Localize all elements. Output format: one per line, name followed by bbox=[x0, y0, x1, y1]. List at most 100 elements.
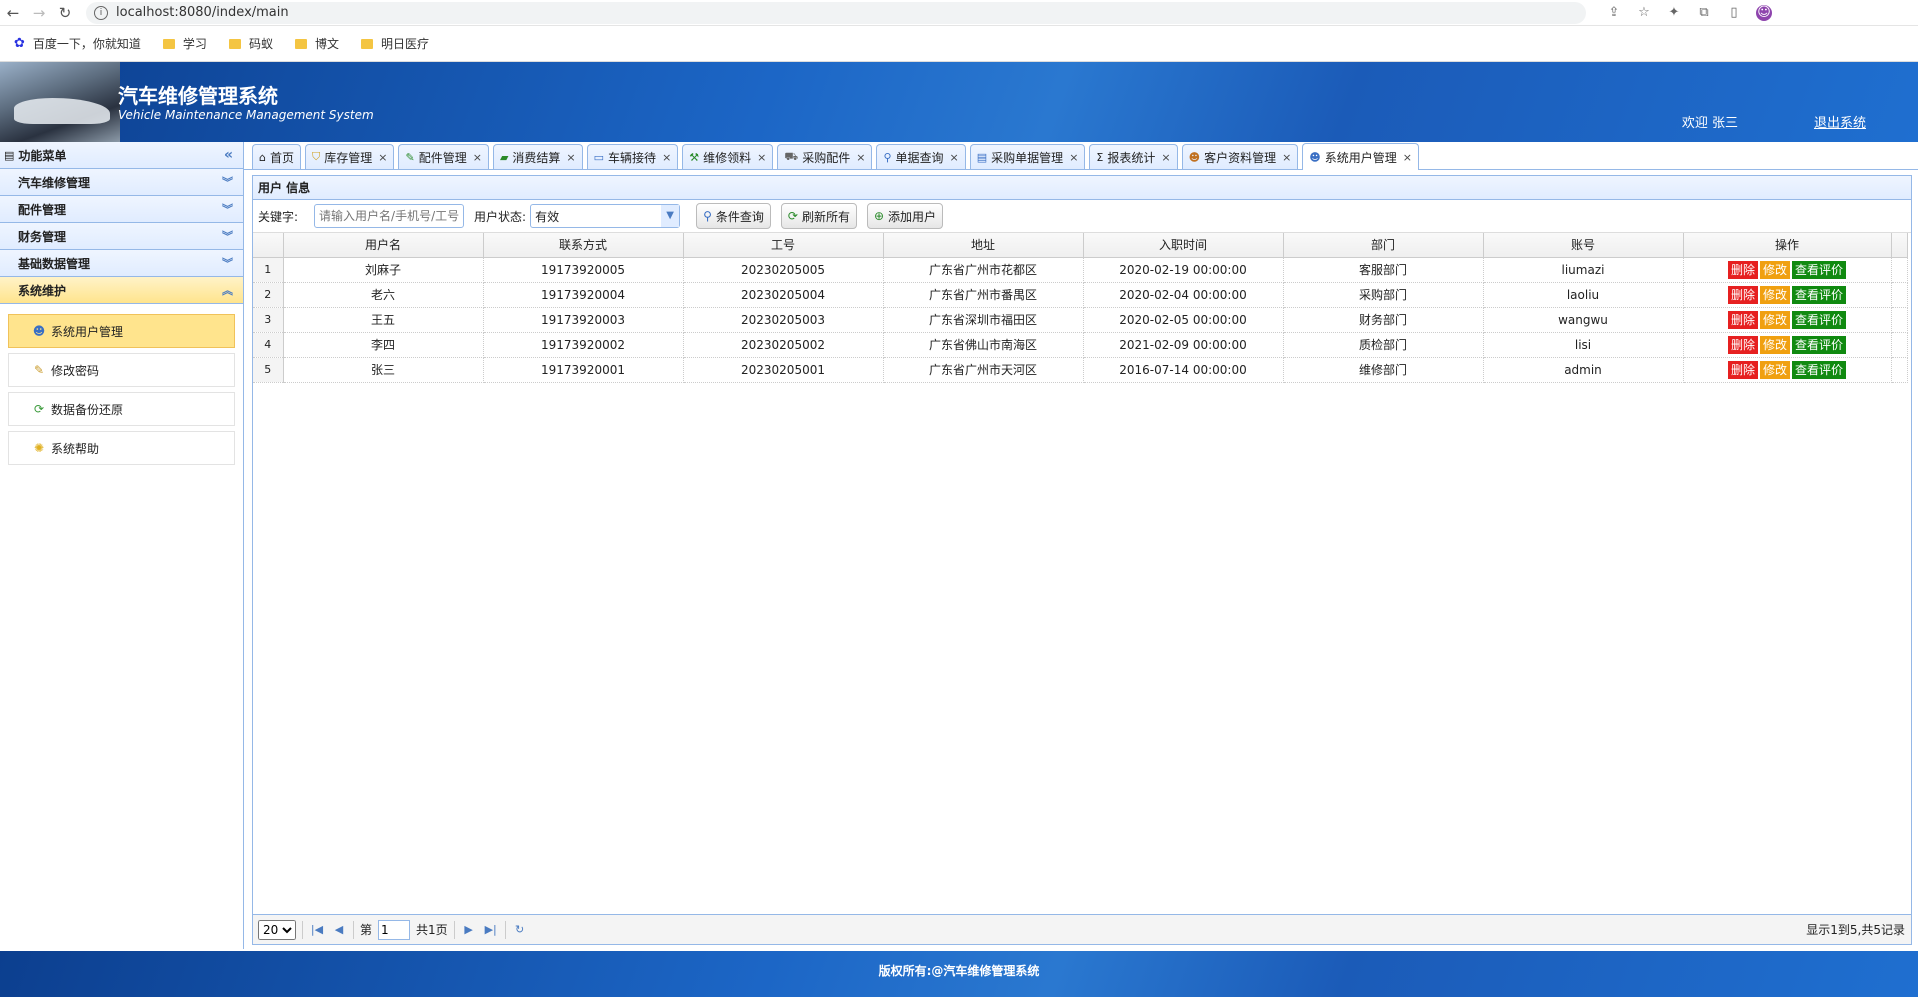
collapse-icon[interactable]: « bbox=[224, 147, 233, 163]
sidebar-item-help[interactable]: ✺ 系统帮助 bbox=[8, 431, 235, 465]
page-number-input[interactable] bbox=[378, 919, 411, 940]
tab-purchase-docs[interactable]: ▤ 采购单据管理 × bbox=[969, 144, 1086, 169]
close-icon[interactable]: × bbox=[1282, 151, 1291, 164]
tab-home[interactable]: ⌂ 首页 bbox=[252, 144, 301, 169]
column-header[interactable]: 账号 bbox=[1483, 233, 1684, 258]
close-icon[interactable]: × bbox=[1403, 151, 1412, 164]
sidepanel-icon[interactable]: ▯ bbox=[1726, 5, 1742, 21]
table-body: 1 刘麻子 19173920005 20230205005 广东省广州市花都区 … bbox=[253, 257, 1908, 383]
close-icon[interactable]: × bbox=[757, 151, 766, 164]
tab-parts[interactable]: ✎ 配件管理 × bbox=[398, 144, 489, 169]
cell-hire-date: 2020-02-05 00:00:00 bbox=[1083, 307, 1284, 333]
tab-query[interactable]: ⚲ 单据查询 × bbox=[876, 144, 966, 169]
back-icon[interactable]: ← bbox=[0, 4, 26, 22]
sidebar-item-change-password[interactable]: ✎ 修改密码 bbox=[8, 353, 235, 387]
first-page-icon[interactable]: |◀ bbox=[309, 923, 325, 936]
edit-button[interactable]: 修改 bbox=[1759, 260, 1790, 279]
address-bar[interactable]: i localhost:8080/index/main bbox=[86, 1, 1586, 24]
tab-purchase[interactable]: ⛟ 采购配件 × bbox=[777, 144, 873, 169]
add-user-button[interactable]: ⊕ 添加用户 bbox=[866, 203, 944, 229]
users-icon: ☻ bbox=[1188, 150, 1201, 164]
bookmark-folder[interactable]: 博文 bbox=[294, 35, 339, 52]
column-header[interactable]: 地址 bbox=[883, 233, 1084, 258]
column-header[interactable]: 工号 bbox=[683, 233, 884, 258]
bookmark-folder[interactable]: 码蚁 bbox=[228, 35, 273, 52]
cell-department: 维修部门 bbox=[1283, 357, 1484, 383]
tab-reception[interactable]: ▭ 车辆接待 × bbox=[586, 144, 679, 169]
table-row[interactable]: 1 刘麻子 19173920005 20230205005 广东省广州市花都区 … bbox=[253, 257, 1908, 283]
next-page-icon[interactable]: ▶ bbox=[461, 923, 477, 936]
tab-reports[interactable]: Σ 报表统计 × bbox=[1089, 144, 1178, 169]
reload-icon[interactable]: ↻ bbox=[512, 923, 528, 936]
row-number: 1 bbox=[253, 257, 284, 283]
bookmark-baidu[interactable]: ✿ 百度一下，你就知道 bbox=[14, 35, 141, 52]
close-icon[interactable]: × bbox=[856, 151, 865, 164]
delete-button[interactable]: 删除 bbox=[1727, 360, 1758, 379]
profile-icon[interactable]: ☺ bbox=[1756, 4, 1772, 21]
star-icon[interactable]: ☆ bbox=[1636, 5, 1652, 21]
prev-page-icon[interactable]: ◀ bbox=[331, 923, 347, 936]
sidebar-group-repair[interactable]: 汽车维修管理 ︾ bbox=[0, 169, 243, 196]
puzzle-icon[interactable]: ⧉ bbox=[1696, 5, 1712, 21]
view-review-button[interactable]: 查看评价 bbox=[1792, 360, 1847, 379]
folder-icon bbox=[294, 38, 307, 49]
tab-system-users[interactable]: ☻ 系统用户管理 × bbox=[1302, 143, 1419, 170]
tab-customers[interactable]: ☻ 客户资料管理 × bbox=[1181, 144, 1299, 169]
close-icon[interactable]: × bbox=[473, 151, 482, 164]
cell-actions: 删除 修改 查看评价 bbox=[1683, 307, 1892, 333]
close-icon[interactable]: × bbox=[566, 151, 575, 164]
table-row[interactable]: 2 老六 19173920004 20230205004 广东省广州市番禺区 2… bbox=[253, 282, 1908, 308]
bookmark-folder[interactable]: 明日医疗 bbox=[360, 35, 429, 52]
search-button[interactable]: ⚲ 条件查询 bbox=[696, 203, 771, 229]
sidebar-group-parts[interactable]: 配件管理 ︾ bbox=[0, 196, 243, 223]
sidebar-item-user-management[interactable]: ☻ 系统用户管理 bbox=[8, 314, 235, 348]
view-review-button[interactable]: 查看评价 bbox=[1792, 260, 1847, 279]
close-icon[interactable]: × bbox=[1161, 151, 1170, 164]
info-icon[interactable]: i bbox=[94, 5, 108, 20]
column-header[interactable]: 部门 bbox=[1283, 233, 1484, 258]
sidebar-group-finance[interactable]: 财务管理 ︾ bbox=[0, 223, 243, 250]
column-header[interactable]: 入职时间 bbox=[1083, 233, 1284, 258]
view-review-button[interactable]: 查看评价 bbox=[1792, 335, 1847, 354]
column-header[interactable]: 联系方式 bbox=[483, 233, 684, 258]
bookmark-folder[interactable]: 学习 bbox=[162, 35, 207, 52]
view-review-button[interactable]: 查看评价 bbox=[1792, 310, 1847, 329]
edit-button[interactable]: 修改 bbox=[1759, 335, 1790, 354]
delete-button[interactable]: 删除 bbox=[1727, 310, 1758, 329]
delete-button[interactable]: 删除 bbox=[1727, 285, 1758, 304]
tab-inventory[interactable]: ⛉ 库存管理 × bbox=[305, 144, 395, 169]
forward-icon[interactable]: → bbox=[26, 4, 52, 22]
delete-button[interactable]: 删除 bbox=[1727, 260, 1758, 279]
keyword-input[interactable] bbox=[314, 204, 465, 228]
delete-button[interactable]: 删除 bbox=[1727, 335, 1758, 354]
view-review-button[interactable]: 查看评价 bbox=[1792, 285, 1847, 304]
sidebar-item-backup[interactable]: ⟳ 数据备份还原 bbox=[8, 392, 235, 426]
close-icon[interactable]: × bbox=[1069, 151, 1078, 164]
sidebar-group-system[interactable]: 系统维护 ︽ bbox=[0, 277, 243, 304]
last-page-icon[interactable]: ▶| bbox=[483, 923, 499, 936]
table-row[interactable]: 4 李四 19173920002 20230205002 广东省佛山市南海区 2… bbox=[253, 332, 1908, 358]
chevron-down-icon[interactable]: ▼ bbox=[661, 205, 680, 227]
share-icon[interactable]: ⇪ bbox=[1606, 5, 1622, 21]
status-select[interactable]: 有效 ▼ bbox=[530, 204, 681, 228]
close-icon[interactable]: × bbox=[950, 151, 959, 164]
table-row[interactable]: 3 王五 19173920003 20230205003 广东省深圳市福田区 2… bbox=[253, 307, 1908, 333]
sidebar-title: 功能菜单 bbox=[18, 148, 67, 163]
edit-button[interactable]: 修改 bbox=[1759, 310, 1790, 329]
tab-settlement[interactable]: ▰ 消费结算 × bbox=[492, 144, 583, 169]
tab-material[interactable]: ⚒ 维修领料 × bbox=[682, 144, 774, 169]
page-size-select[interactable]: 20 bbox=[258, 919, 296, 940]
edit-button[interactable]: 修改 bbox=[1759, 360, 1790, 379]
user-table-container: 用户名 联系方式 工号 地址 入职时间 部门 账号 操作 1 刘麻子 19173… bbox=[253, 233, 1911, 914]
column-header[interactable]: 用户名 bbox=[283, 233, 484, 258]
sidebar-group-basedata[interactable]: 基础数据管理 ︾ bbox=[0, 250, 243, 277]
logout-link[interactable]: 退出系统 bbox=[1814, 112, 1866, 131]
close-icon[interactable]: × bbox=[662, 151, 671, 164]
refresh-button[interactable]: ⟳ 刷新所有 bbox=[780, 203, 857, 229]
close-icon[interactable]: × bbox=[378, 151, 387, 164]
extension-icon[interactable]: ✦ bbox=[1666, 5, 1682, 21]
reload-icon[interactable]: ↻ bbox=[52, 4, 78, 22]
edit-button[interactable]: 修改 bbox=[1759, 285, 1790, 304]
cell-department: 质检部门 bbox=[1283, 332, 1484, 358]
table-row[interactable]: 5 张三 19173920001 20230205001 广东省广州市天河区 2… bbox=[253, 357, 1908, 383]
